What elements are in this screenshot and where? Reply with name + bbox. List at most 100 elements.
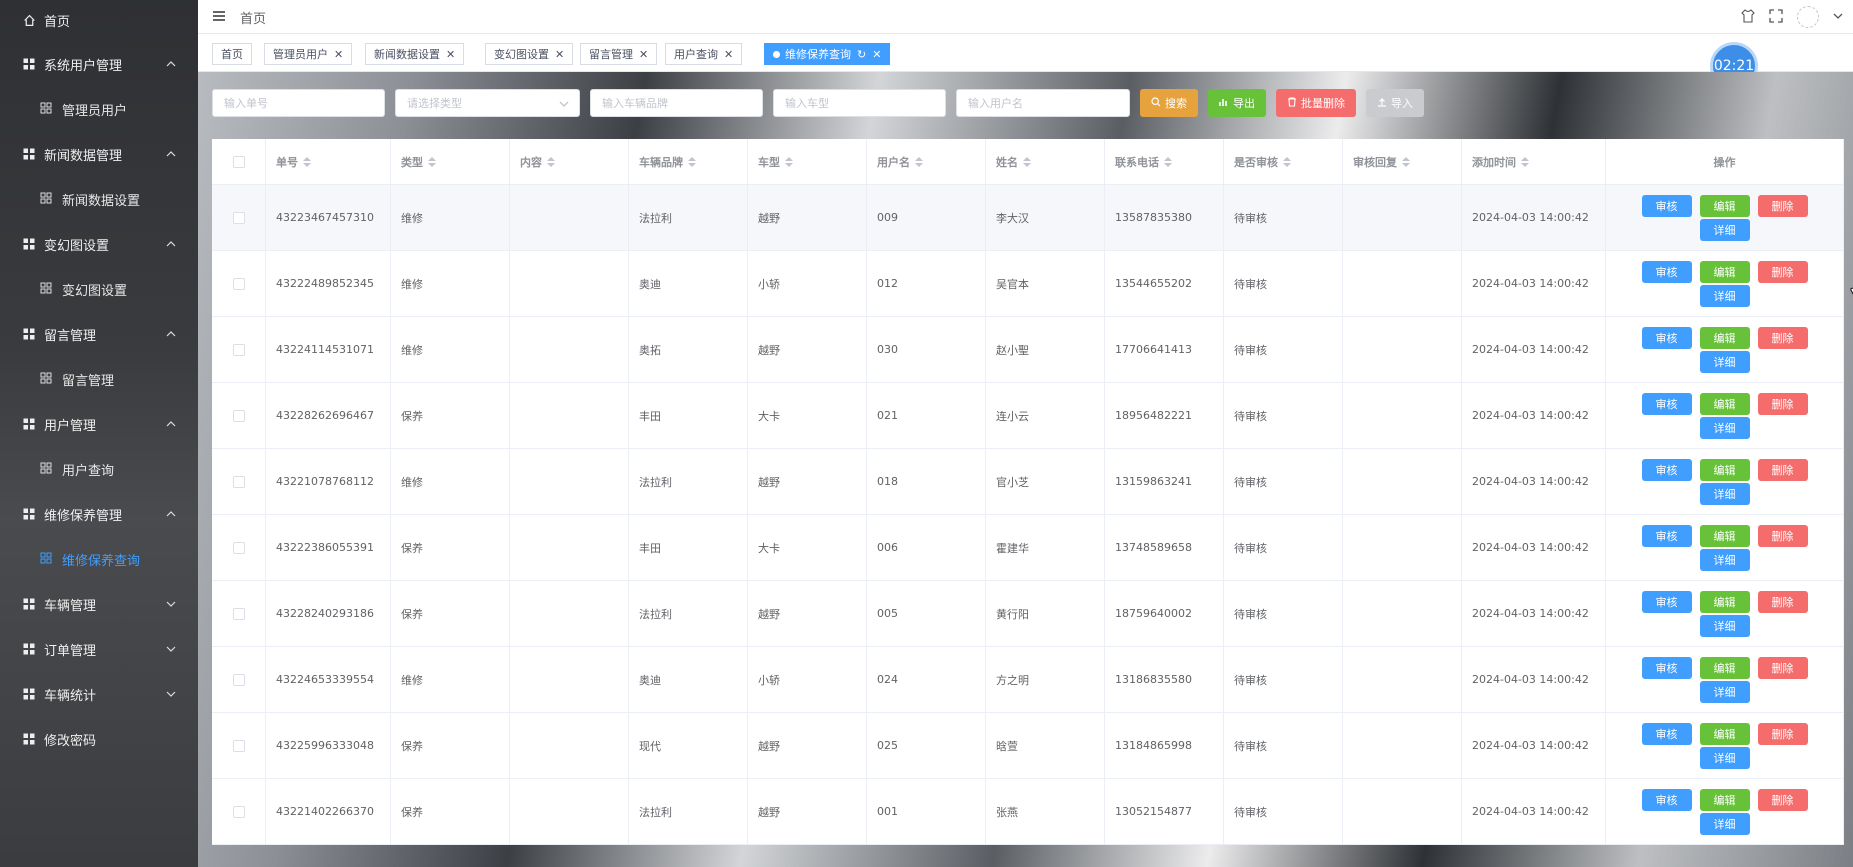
delete-button[interactable]: 删除	[1757, 326, 1808, 349]
edit-button[interactable]: 编辑	[1699, 656, 1750, 679]
checkbox[interactable]	[232, 343, 245, 356]
checkbox[interactable]	[232, 739, 245, 752]
delete-button[interactable]: 删除	[1757, 260, 1808, 283]
model-input[interactable]: 输入车型	[773, 89, 946, 117]
checkbox[interactable]	[232, 475, 245, 488]
sidebar-group-1[interactable]: 新闻数据管理	[0, 134, 198, 174]
detail-button[interactable]: 详细	[1699, 416, 1750, 439]
sidebar-subitem-1[interactable]: 新闻数据设置	[0, 179, 198, 219]
detail-button[interactable]: 详细	[1699, 350, 1750, 373]
sidebar-subitem-4[interactable]: 用户查询	[0, 449, 198, 489]
sidebar-item-change-password[interactable]: 修改密码	[0, 719, 198, 759]
tag-3[interactable]: 变幻图设置 ✕	[485, 43, 574, 65]
edit-button[interactable]: 编辑	[1699, 194, 1750, 217]
checkbox[interactable]	[232, 409, 245, 422]
detail-button[interactable]: 详细	[1699, 746, 1750, 769]
edit-button[interactable]: 编辑	[1699, 524, 1750, 547]
sidebar-group-3[interactable]: 留言管理	[0, 314, 198, 354]
column-header[interactable]: 是否审核	[1224, 139, 1343, 184]
brand-input[interactable]: 输入车辆品牌	[590, 89, 763, 117]
audit-button[interactable]: 审核	[1641, 260, 1692, 283]
checkbox[interactable]	[232, 155, 245, 168]
table-row[interactable]: 43221078768112 维修 法拉利 越野 018 官小芝 13159863241 待审…	[212, 449, 1844, 515]
column-header[interactable]: 姓名	[986, 139, 1105, 184]
edit-button[interactable]: 编辑	[1699, 788, 1750, 811]
batch-delete-button[interactable]: 批量删除	[1276, 89, 1356, 117]
checkbox[interactable]	[232, 805, 245, 818]
close-icon[interactable]: ✕	[639, 48, 648, 61]
edit-button[interactable]: 编辑	[1699, 722, 1750, 745]
column-header[interactable]: 内容	[510, 139, 629, 184]
table-row[interactable]: 43224114531071 维修 奥拓 越野 030 赵小聖 17706641413 待审核…	[212, 317, 1844, 383]
detail-button[interactable]: 详细	[1699, 482, 1750, 505]
delete-button[interactable]: 删除	[1757, 524, 1808, 547]
sort-icon[interactable]	[428, 156, 436, 167]
audit-button[interactable]: 审核	[1641, 722, 1692, 745]
sidebar-group-4[interactable]: 用户管理	[0, 404, 198, 444]
avatar[interactable]	[1797, 6, 1819, 28]
export-button[interactable]: 导出	[1208, 89, 1266, 117]
select-all-checkbox[interactable]	[212, 139, 266, 184]
tag-2[interactable]: 新闻数据设置 ✕	[365, 43, 465, 65]
sort-icon[interactable]	[688, 156, 696, 167]
edit-button[interactable]: 编辑	[1699, 458, 1750, 481]
sidebar-group-2[interactable]: 变幻图设置	[0, 224, 198, 264]
tag-6[interactable]: 维修保养查询 ↻ ✕	[764, 43, 891, 65]
audit-button[interactable]: 审核	[1641, 656, 1692, 679]
sort-icon[interactable]	[1283, 156, 1291, 167]
checkbox[interactable]	[232, 277, 245, 290]
detail-button[interactable]: 详细	[1699, 284, 1750, 307]
sidebar-group-0[interactable]: 系统用户管理	[0, 44, 198, 84]
checkbox[interactable]	[232, 607, 245, 620]
checkbox[interactable]	[232, 541, 245, 554]
detail-button[interactable]: 详细	[1699, 812, 1750, 835]
sort-icon[interactable]	[785, 156, 793, 167]
column-header[interactable]: 用户名	[867, 139, 986, 184]
audit-button[interactable]: 审核	[1641, 326, 1692, 349]
sidebar-collapsed-2[interactable]: 车辆统计	[0, 674, 198, 714]
chevron-down-icon[interactable]	[1833, 10, 1843, 24]
checkbox[interactable]	[232, 673, 245, 686]
audit-button[interactable]: 审核	[1641, 194, 1692, 217]
import-button[interactable]: 导入	[1366, 89, 1424, 117]
table-row[interactable]: 43228262696467 保养 丰田 大卡 021 连小云 18956482221 待审核…	[212, 383, 1844, 449]
detail-button[interactable]: 详细	[1699, 548, 1750, 571]
close-icon[interactable]: ✕	[555, 48, 564, 61]
delete-button[interactable]: 删除	[1757, 722, 1808, 745]
detail-button[interactable]: 详细	[1699, 680, 1750, 703]
detail-button[interactable]: 详细	[1699, 614, 1750, 637]
table-row[interactable]: 43225996333048 保养 现代 越野 025 晗萱 13184865998 待审核 2…	[212, 713, 1844, 779]
column-header[interactable]: 添加时间	[1462, 139, 1606, 184]
sidebar-subitem-2[interactable]: 变幻图设置	[0, 269, 198, 309]
audit-button[interactable]: 审核	[1641, 788, 1692, 811]
table-row[interactable]: 43224653339554 维修 奥迪 小轿 024 方之明 13186835580 待审核…	[212, 647, 1844, 713]
search-button[interactable]: 搜索	[1140, 89, 1198, 117]
fullscreen-icon[interactable]	[1769, 8, 1783, 26]
username-input[interactable]: 输入用户名	[956, 89, 1130, 117]
table-row[interactable]: 43228240293186 保养 法拉利 越野 005 黄行阳 18759640002 待审…	[212, 581, 1844, 647]
breadcrumb[interactable]: 首页	[240, 8, 266, 27]
sidebar-group-5[interactable]: 维修保养管理	[0, 494, 198, 534]
column-header[interactable]: 车辆品牌	[629, 139, 748, 184]
column-header[interactable]: 类型	[391, 139, 510, 184]
table-row[interactable]: 43223467457310 维修 法拉利 越野 009 李大汉 13587835380 待审…	[212, 185, 1844, 251]
type-select[interactable]: 请选择类型	[395, 89, 580, 117]
sort-icon[interactable]	[1402, 156, 1410, 167]
sidebar-collapsed-0[interactable]: 车辆管理	[0, 584, 198, 624]
edit-button[interactable]: 编辑	[1699, 590, 1750, 613]
tag-1[interactable]: 管理员用户 ✕	[264, 43, 353, 65]
sidebar-item-home[interactable]: 首页	[0, 0, 198, 40]
table-row[interactable]: 43221402266370 保养 法拉利 越野 001 张燕 13052154877 待审核…	[212, 779, 1844, 845]
close-icon[interactable]: ✕	[334, 48, 343, 61]
delete-button[interactable]: 删除	[1757, 788, 1808, 811]
close-icon[interactable]: ✕	[446, 48, 455, 61]
detail-button[interactable]: 详细	[1699, 218, 1750, 241]
delete-button[interactable]: 删除	[1757, 590, 1808, 613]
edit-button[interactable]: 编辑	[1699, 326, 1750, 349]
audit-button[interactable]: 审核	[1641, 590, 1692, 613]
column-header[interactable]: 联系电话	[1105, 139, 1224, 184]
delete-button[interactable]: 删除	[1757, 458, 1808, 481]
theme-icon[interactable]	[1741, 8, 1755, 26]
sidebar-subitem-5[interactable]: 维修保养查询	[0, 539, 198, 579]
edit-button[interactable]: 编辑	[1699, 392, 1750, 415]
